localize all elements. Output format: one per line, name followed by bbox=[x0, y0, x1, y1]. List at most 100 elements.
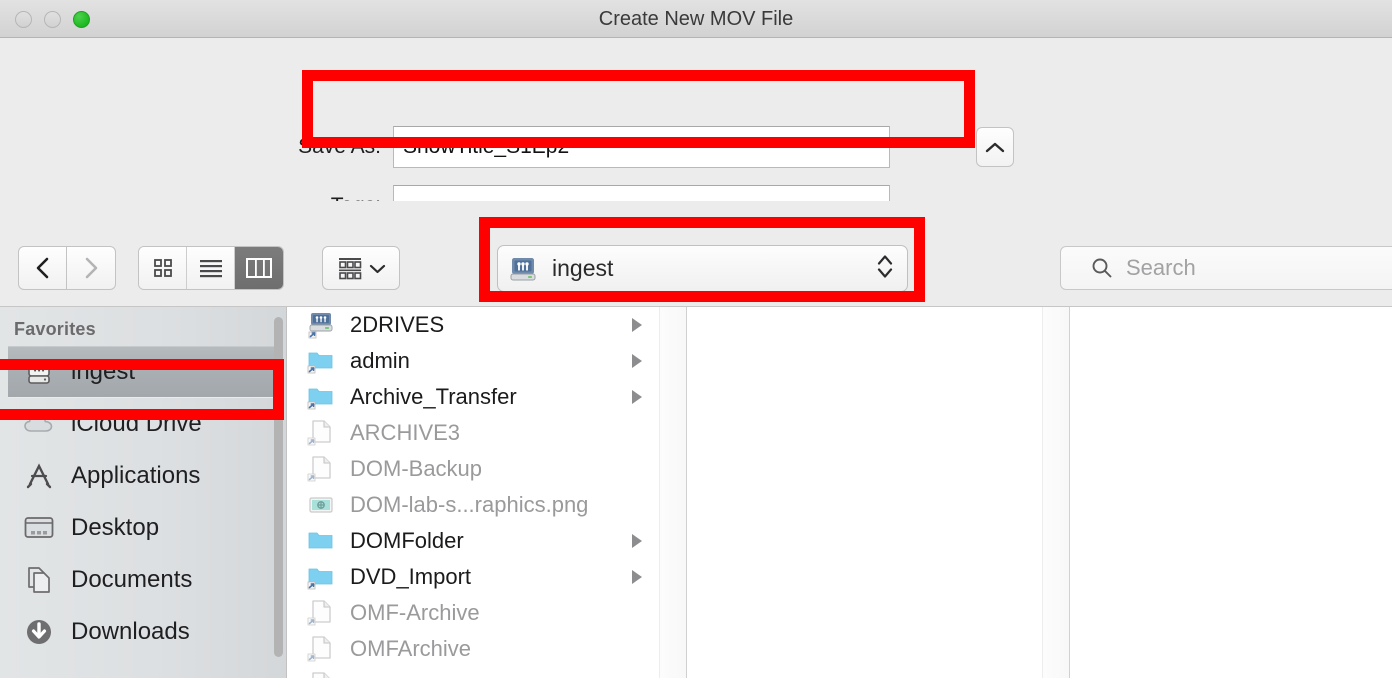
folder-icon bbox=[306, 526, 336, 556]
lines-icon bbox=[199, 260, 222, 278]
up-down-chevrons-icon[interactable] bbox=[875, 250, 895, 287]
file-name: DOMFolder bbox=[350, 528, 464, 553]
sidebar-item-label: Applications bbox=[71, 462, 201, 489]
document-alias-icon bbox=[306, 598, 336, 628]
list-item[interactable]: OMF-Archive bbox=[288, 595, 686, 631]
list-item[interactable]: ARCHIVE3 bbox=[288, 415, 686, 451]
chevron-left-icon bbox=[36, 257, 48, 279]
list-item[interactable]: 2DRIVES bbox=[288, 307, 686, 343]
sidebar-item-ingest[interactable]: ingest bbox=[8, 346, 282, 398]
save-as-label: Save As: bbox=[298, 135, 381, 158]
chevron-right-icon bbox=[632, 570, 642, 584]
list-view-button[interactable] bbox=[187, 247, 235, 289]
network-drive-icon bbox=[22, 356, 55, 389]
folder-alias-icon bbox=[306, 562, 336, 592]
arrange-by-button[interactable] bbox=[322, 246, 400, 290]
title-bar: Create New MOV File bbox=[0, 0, 1392, 38]
view-mode-group bbox=[138, 246, 284, 290]
document-alias-glyph bbox=[307, 420, 331, 446]
file-column-3 bbox=[1070, 307, 1337, 678]
search-field[interactable]: Search bbox=[1060, 246, 1392, 290]
file-column-1: 2DRIVES admin Archive_Transfer ARCHIVE3 … bbox=[288, 307, 687, 678]
network-drive-alias-icon bbox=[306, 310, 336, 340]
chevron-up-icon[interactable] bbox=[976, 127, 1014, 167]
document-alias-icon bbox=[306, 670, 336, 678]
list-item[interactable] bbox=[288, 667, 686, 678]
location-popup-button[interactable]: ingest bbox=[497, 245, 908, 292]
cloud-icon bbox=[22, 408, 55, 441]
folder-alias-icon bbox=[306, 382, 336, 412]
list-item[interactable]: OMFArchive bbox=[288, 631, 686, 667]
file-name: Archive_Transfer bbox=[350, 384, 517, 409]
image-file-glyph bbox=[309, 497, 333, 513]
file-column-2 bbox=[687, 307, 1070, 678]
save-form-area: Save As: ShowTitle_S1Ep2 Tags: bbox=[0, 38, 1392, 227]
list-item[interactable]: DVD_Import bbox=[288, 559, 686, 595]
folder-alias-glyph bbox=[307, 568, 333, 590]
sidebar-scrollbar[interactable] bbox=[274, 317, 283, 657]
window-title: Create New MOV File bbox=[598, 8, 794, 30]
document-alias-glyph bbox=[312, 672, 330, 678]
document-alias-glyph bbox=[307, 456, 331, 482]
chevron-right-icon bbox=[632, 534, 642, 548]
arrange-grid-icon bbox=[338, 258, 361, 280]
search-icon bbox=[1092, 258, 1112, 278]
location-name: ingest bbox=[552, 255, 614, 281]
network-drive-icon bbox=[510, 257, 536, 280]
save-as-input[interactable]: ShowTitle_S1Ep2 bbox=[393, 126, 890, 168]
chevron-right-icon bbox=[632, 390, 642, 404]
search-placeholder: Search bbox=[1126, 255, 1196, 280]
chevron-down-icon bbox=[369, 264, 385, 273]
drive-alias-glyph bbox=[308, 313, 333, 339]
document-alias-icon bbox=[306, 418, 336, 448]
file-name: DVD_Import bbox=[350, 564, 472, 589]
column-scrollbar[interactable] bbox=[659, 307, 686, 678]
file-name: DOM-Backup bbox=[350, 456, 483, 481]
icon-view-button[interactable] bbox=[139, 247, 187, 289]
folder-alias-icon bbox=[306, 346, 336, 376]
back-button[interactable] bbox=[18, 246, 67, 290]
save-as-field-row: Save As: ShowTitle_S1Ep2 bbox=[258, 126, 890, 168]
file-name: ARCHIVE3 bbox=[350, 420, 461, 445]
desktop-icon bbox=[22, 512, 55, 545]
save-dialog-window: Create New MOV File Save As: ShowTitle_S… bbox=[0, 0, 1392, 678]
chevron-right-icon bbox=[632, 354, 642, 368]
file-name: DOM-lab-s...raphics.png bbox=[350, 492, 589, 517]
chevron-right-icon bbox=[85, 257, 98, 279]
list-item[interactable]: DOM-Backup bbox=[288, 451, 686, 487]
favorites-sidebar: Favorites ingest iCloud Drive Applicatio… bbox=[0, 307, 287, 678]
sidebar-item-icloud-drive[interactable]: iCloud Drive bbox=[0, 398, 286, 450]
sidebar-item-downloads[interactable]: Downloads bbox=[0, 606, 286, 658]
image-file-icon bbox=[306, 490, 336, 520]
sidebar-header-favorites: Favorites bbox=[14, 319, 96, 339]
folder-alias-glyph bbox=[307, 388, 333, 410]
document-alias-icon bbox=[306, 634, 336, 664]
downloads-icon bbox=[22, 616, 55, 649]
list-item[interactable]: Archive_Transfer bbox=[288, 379, 686, 415]
forward-button[interactable] bbox=[67, 246, 116, 290]
file-name: 2DRIVES bbox=[350, 312, 445, 337]
sidebar-item-documents[interactable]: Documents bbox=[0, 554, 286, 606]
columns-icon bbox=[246, 258, 272, 278]
folder-glyph bbox=[308, 532, 333, 549]
column-scrollbar[interactable] bbox=[1042, 307, 1069, 678]
document-alias-glyph bbox=[307, 600, 331, 626]
desktop-glyph bbox=[24, 517, 53, 538]
sidebar-item-label: Downloads bbox=[71, 618, 190, 645]
file-name: OMF-Archive bbox=[350, 600, 480, 625]
list-item[interactable]: DOMFolder bbox=[288, 523, 686, 559]
list-item[interactable]: admin bbox=[288, 343, 686, 379]
file-name: admin bbox=[350, 348, 410, 373]
documents-icon bbox=[22, 564, 55, 597]
document-alias-icon bbox=[306, 454, 336, 484]
sidebar-item-label: iCloud Drive bbox=[71, 410, 202, 437]
document-alias-glyph bbox=[307, 636, 331, 662]
list-item[interactable]: DOM-lab-s...raphics.png bbox=[288, 487, 686, 523]
file-name: OMFArchive bbox=[350, 636, 472, 661]
sidebar-item-desktop[interactable]: Desktop bbox=[0, 502, 286, 554]
downloads-glyph bbox=[26, 620, 51, 644]
stepper-glyph bbox=[877, 254, 893, 278]
chevron-up-glyph bbox=[985, 142, 1005, 152]
column-view-button[interactable] bbox=[235, 247, 283, 289]
sidebar-item-applications[interactable]: Applications bbox=[0, 450, 286, 502]
